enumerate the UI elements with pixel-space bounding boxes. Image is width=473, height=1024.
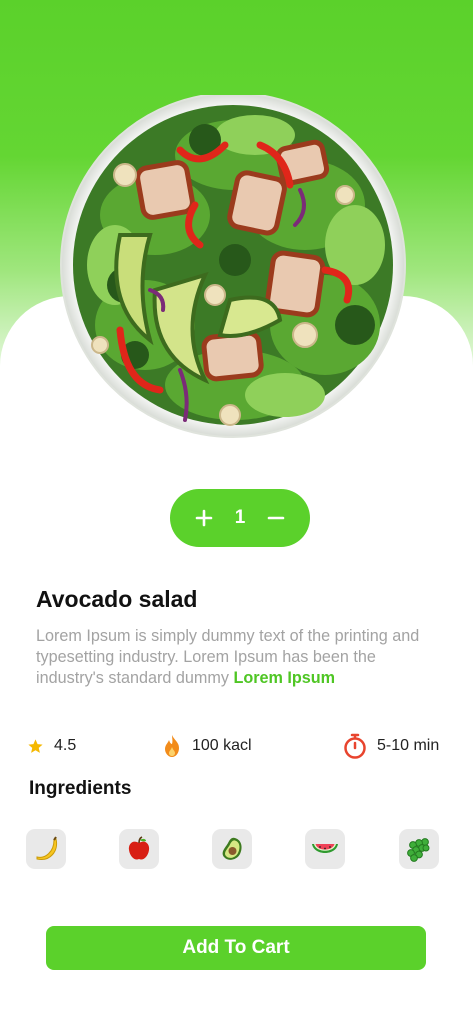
increase-button[interactable]	[186, 500, 222, 536]
stopwatch-icon	[344, 733, 366, 759]
salad-bowl-image	[60, 95, 406, 438]
quantity-value: 1	[234, 507, 246, 528]
time-stat: 5-10 min	[343, 730, 439, 762]
ingredient-grapes[interactable]	[399, 829, 439, 869]
ingredients-heading: Ingredients	[29, 778, 132, 799]
apple-icon	[128, 836, 150, 860]
minus-icon	[267, 516, 285, 520]
add-to-cart-button[interactable]: Add To Cart	[46, 926, 426, 970]
rating-stat: 4.5	[27, 730, 76, 762]
ingredient-watermelon[interactable]	[305, 829, 345, 869]
ingredient-apple[interactable]	[119, 829, 159, 869]
banana-icon	[36, 836, 58, 860]
avocado-icon	[222, 837, 242, 860]
calories-stat: 100 kacl	[162, 730, 252, 762]
stats-row: 4.5 100 kacl 5-10 min	[0, 730, 473, 762]
ingredient-banana[interactable]	[26, 829, 66, 869]
plus-icon	[195, 509, 213, 527]
product-title: Avocado salad	[36, 586, 198, 612]
grapes-icon	[407, 838, 430, 862]
product-description: Lorem Ipsum is simply dummy text of the …	[36, 626, 446, 689]
watermelon-icon	[312, 844, 338, 853]
decrease-button[interactable]	[258, 500, 294, 536]
ingredients-list	[0, 829, 473, 871]
flame-icon	[165, 735, 179, 757]
time-value: 5-10 min	[377, 737, 440, 754]
rating-value: 4.5	[54, 737, 77, 754]
read-more-link[interactable]: Lorem Ipsum	[233, 669, 335, 687]
quantity-stepper: 1	[170, 489, 310, 547]
description-text: Lorem Ipsum is simply dummy text of the …	[36, 627, 420, 687]
star-icon	[28, 738, 43, 753]
calories-value: 100 kacl	[192, 737, 252, 754]
ingredient-avocado[interactable]	[212, 829, 252, 869]
